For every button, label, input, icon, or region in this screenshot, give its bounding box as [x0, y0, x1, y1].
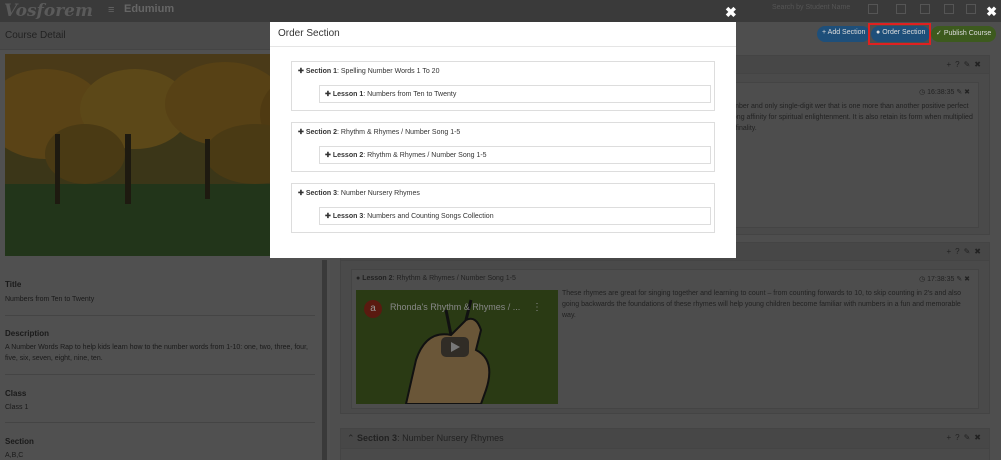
section-card-2: +?✎✖ ● Lesson 2: Rhythm & Rhymes / Numbe…: [340, 242, 990, 414]
title-label: Title: [5, 280, 22, 289]
section-label: ✚ Section 3: Number Nursery Rhymes: [298, 190, 420, 197]
lesson-label: ✚ Lesson 1: Numbers from Ten to Twenty: [325, 91, 457, 98]
section-label: ✚ Section 1: Spelling Number Words 1 To 2…: [298, 68, 440, 75]
section-title[interactable]: ⌃ Section 3: Number Nursery Rhymes: [347, 433, 504, 444]
order-lesson-item-1[interactable]: ✚ Lesson 1: Numbers from Ten to Twenty: [319, 85, 711, 103]
envelope-icon[interactable]: [944, 4, 954, 14]
lesson-time: ◷ 16:38:35 ✎ ✖: [919, 89, 970, 96]
section-label: ✚ Section 2: Rhythm & Rhymes / Number Son…: [298, 129, 461, 136]
order-section-modal: Order Section ✚ Section 1: Spelling Numbe…: [270, 22, 736, 258]
channel-avatar: a: [364, 300, 382, 318]
calendar-icon[interactable]: [920, 4, 930, 14]
section-label: Section: [5, 437, 34, 446]
description-label: Description: [5, 329, 50, 338]
field-divider: [5, 422, 315, 423]
video-player[interactable]: a Rhonda's Rhythm & Rhymes / ... ⋮: [356, 290, 558, 404]
overlay-close-icon[interactable]: ✖: [986, 4, 997, 20]
section-tools[interactable]: +?✎✖: [946, 247, 985, 256]
modal-close-icon[interactable]: ✖: [725, 4, 737, 21]
order-lesson-item-2[interactable]: ✚ Lesson 2: Rhythm & Rhymes / Number Song…: [319, 146, 711, 164]
class-value: Class 1: [5, 404, 29, 411]
grid-icon[interactable]: [896, 4, 906, 14]
lesson-title[interactable]: ● Lesson 2: Rhythm & Rhymes / Number Son…: [356, 275, 516, 282]
video-title: Rhonda's Rhythm & Rhymes / ...: [390, 302, 521, 312]
order-section-highlight: [868, 23, 931, 45]
order-section-item-2[interactable]: ✚ Section 2: Rhythm & Rhymes / Number Son…: [291, 122, 715, 172]
add-section-button[interactable]: + Add Section: [817, 26, 871, 42]
move-icon: ✚: [298, 129, 304, 136]
section-tools[interactable]: +?✎✖: [946, 60, 985, 69]
section-card-3: ⌃ Section 3: Number Nursery Rhymes +?✎✖: [340, 428, 990, 460]
lesson-description: These rhymes are great for singing toget…: [562, 290, 962, 319]
modal-title: Order Section: [278, 28, 340, 39]
order-lesson-item-3[interactable]: ✚ Lesson 3: Numbers and Counting Songs Co…: [319, 207, 711, 225]
order-section-item-1[interactable]: ✚ Section 1: Spelling Number Words 1 To 2…: [291, 61, 715, 111]
lesson-label: ✚ Lesson 2: Rhythm & Rhymes / Number Song…: [325, 152, 487, 159]
description-value: A Number Words Rap to help kids learn ho…: [5, 344, 308, 362]
section-value: A,B,C: [5, 452, 24, 459]
move-icon: ✚: [325, 91, 331, 98]
modal-header: Order Section: [270, 22, 736, 47]
move-icon: ✚: [325, 213, 331, 220]
app-title: Edumium: [124, 3, 175, 15]
course-detail-title: Course Detail: [5, 30, 66, 41]
video-more-icon[interactable]: ⋮: [532, 302, 542, 313]
move-icon: ✚: [298, 190, 304, 197]
field-divider: [5, 315, 315, 316]
section-tools[interactable]: +?✎✖: [946, 433, 985, 442]
student-search-input[interactable]: Search by Student Name: [772, 4, 852, 16]
user-icon[interactable]: [966, 4, 976, 14]
section-header: ⌃ Section 3: Number Nursery Rhymes +?✎✖: [341, 429, 989, 449]
order-section-item-3[interactable]: ✚ Section 3: Number Nursery Rhymes ✚ Lesso…: [291, 183, 715, 233]
app-logo: Vosforem: [4, 1, 93, 21]
publish-course-button[interactable]: ✓ Publish Course: [931, 26, 997, 42]
lesson-card-2: ● Lesson 2: Rhythm & Rhymes / Number Son…: [351, 269, 979, 409]
left-scrollbar[interactable]: [322, 260, 327, 460]
lesson-label: ✚ Lesson 3: Numbers and Counting Songs Co…: [325, 213, 494, 220]
move-icon: ✚: [298, 68, 304, 75]
search-icon[interactable]: [868, 4, 878, 14]
hamburger-menu-icon[interactable]: ≡: [108, 4, 114, 16]
class-label: Class: [5, 389, 27, 398]
move-icon: ✚: [325, 152, 331, 159]
top-navbar: Vosforem ≡ Edumium Search by Student Nam…: [0, 0, 1001, 22]
lesson-time: ◷ 17:38:35 ✎ ✖: [919, 276, 970, 283]
field-divider: [5, 374, 315, 375]
title-value: Numbers from Ten to Twenty: [5, 296, 95, 303]
